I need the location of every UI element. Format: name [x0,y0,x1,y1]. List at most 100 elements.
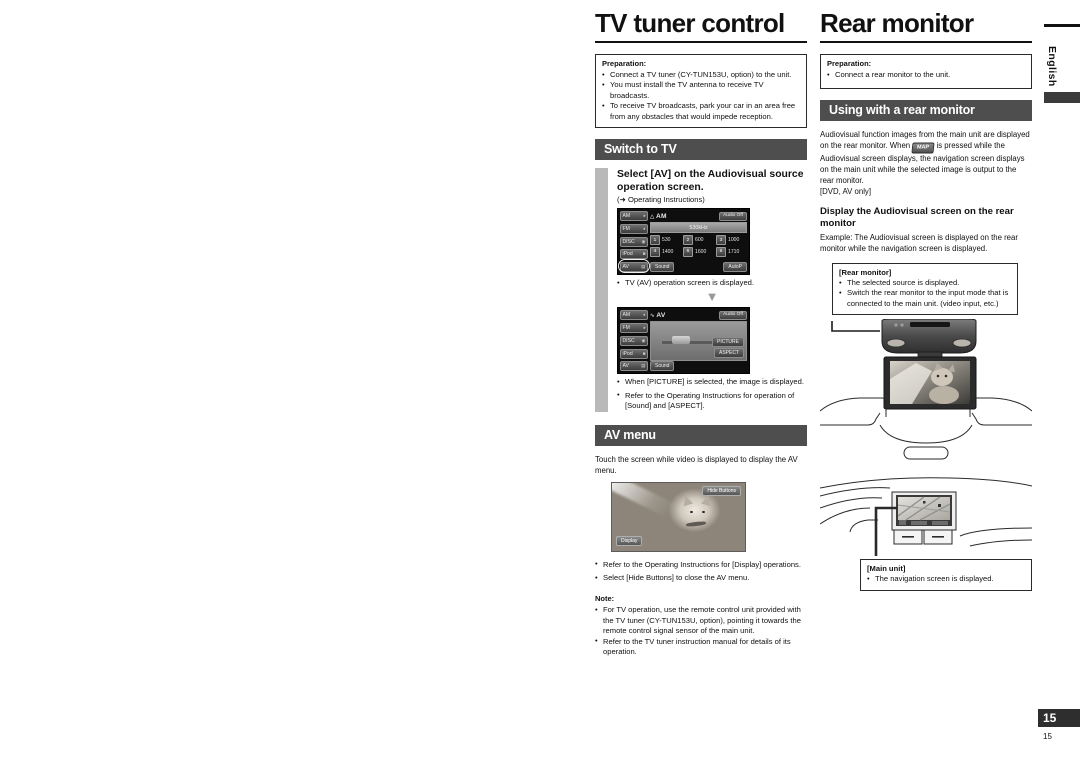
av-menu-notes: Refer to the Operating Instructions for … [595,559,807,584]
source-button-am[interactable]: AM ◕ [620,310,648,321]
preparation-box-rear-monitor: Preparation: Connect a rear monitor to t… [820,54,1032,89]
note-hide-buttons: Select [Hide Buttons] to close the AV me… [595,573,807,584]
callout-list: The navigation screen is displayed. [867,574,1025,585]
autop-button[interactable]: AutoP [723,262,747,273]
am-screen-topbar: △ AM Audio Off [650,211,747,221]
cat-eye-right [702,510,706,514]
source-button-fm[interactable]: FM ◕ [620,223,648,234]
list-item: Connect a rear monitor to the unit. [827,69,1025,80]
list-item: Refer to the TV tuner instruction manual… [595,636,807,658]
step-heading: Select [AV] on the Audiovisual source op… [617,169,804,194]
example-block: Example: The Audiovisual screen is displ… [820,232,1032,254]
preset-number: 1 [650,235,660,246]
audio-off-button[interactable]: Audio Off [719,310,747,320]
list-item: Switch the rear monitor to the input mod… [839,288,1011,309]
am-source-operation-screen: AM ◕ FM ◕ DISC ◉ iPod ■ AV ▤ △ AM Audio … [617,208,750,276]
source-button-ipod[interactable]: iPod ■ [620,249,648,260]
note-block-title: Note: [595,594,615,604]
aspect-button[interactable]: ASPECT [713,348,744,359]
map-button-badge-icon: MAP [911,142,935,153]
source-button-ipod[interactable]: iPod ■ [620,348,648,359]
preset-value: 1600 [695,248,707,255]
preset-value: 1710 [728,248,740,255]
frequency-display: 530kHz [650,222,747,234]
cat-ear-left [681,495,694,507]
sound-button[interactable]: Sound [650,361,675,372]
right-column: Rear monitor Preparation: Connect a rear… [819,8,1033,591]
preparation-title: Preparation: [827,59,872,68]
page-number-footer: 15 [1043,732,1052,741]
preset-button[interactable]: 2 600 [683,235,714,246]
note-display-operations: Refer to the Operating Instructions for … [595,559,807,570]
video-area[interactable]: PICTURE ASPECT [650,321,747,362]
preparation-title: Preparation: [602,59,647,68]
source-button-disc[interactable]: DISC ◉ [620,236,648,247]
page-title-rear-monitor: Rear monitor [820,8,974,38]
source-label: AM [622,213,631,220]
illustration-rear-monitor [819,318,1033,474]
preset-value: 1400 [662,248,674,255]
list-item: You must install the TV antenna to recei… [602,80,800,101]
preset-button[interactable]: 1 530 [650,235,681,246]
audio-off-button[interactable]: Audio Off [719,211,747,221]
source-label: DISC [622,337,635,344]
ipod-icon: ■ [642,350,646,356]
step-switch-to-tv: Select [AV] on the Audiovisual source op… [595,168,807,412]
source-button-fm[interactable]: FM ◕ [620,323,648,334]
source-button-av-selected[interactable]: AV ▤ [620,361,648,372]
note-sound-aspect: Refer to the Operating Instructions for … [617,390,807,412]
antenna-icon: △ [650,213,655,220]
list-item: To receive TV broadcasts, park your car … [602,101,800,122]
av-screen-main: ∿ AV Audio Off PICTURE ASPECT Sound [650,310,747,372]
list-item: Connect a TV tuner (CY-TUN153U, option) … [602,69,800,80]
section-header-switch-to-tv: Switch to TV [595,139,807,161]
preset-button[interactable]: 6 1710 [716,246,747,257]
callout-rear-monitor: [Rear monitor] The selected source is di… [832,263,1018,316]
language-tab-english: English [1046,46,1058,87]
note-block: Note: For TV operation, use the remote c… [595,594,807,657]
preset-value: 600 [695,237,704,244]
source-button-disc[interactable]: DISC ◉ [620,335,648,346]
am-screen-main: △ AM Audio Off 530kHz 1 530 2 600 3 1000… [650,211,747,273]
left-column: TV tuner control Preparation: Connect a … [595,8,807,658]
source-label: DISC [622,238,635,245]
video-icon: ∿ [650,312,655,319]
using-rear-monitor-paragraph: Audiovisual function images from the mai… [820,129,1032,186]
source-button-column: AM ◕ FM ◕ DISC ◉ iPod ■ AV ▤ [620,310,650,372]
list-item: The selected source is displayed. [839,277,1011,288]
preset-button[interactable]: 4 1400 [650,246,681,257]
radio-icon: ◕ [642,213,646,219]
picture-button[interactable]: PICTURE [712,336,744,347]
source-button-am[interactable]: AM ◕ [620,211,648,222]
hide-buttons-button[interactable]: Hide Buttons [702,485,741,496]
cat-ear-right [701,495,714,507]
list-item: For TV operation, use the remote control… [595,605,807,636]
preset-value: 1000 [728,237,740,244]
source-label: iPod [622,251,633,258]
source-label: AM [622,312,631,319]
preset-button[interactable]: 5 1600 [683,246,714,257]
main-unit-svg [819,477,1033,557]
av-screen-bottom: Sound [650,361,747,372]
band-label: AV [656,311,666,319]
preparation-list: Connect a TV tuner (CY-TUN153U, option) … [602,69,800,122]
preset-number: 3 [716,235,726,246]
section-header-using-rear-monitor: Using with a rear monitor [820,100,1032,121]
tv-tuner-title-rule: TV tuner control [595,8,807,43]
availability-note: [DVD, AV only] [820,187,871,196]
preset-number: 6 [716,246,726,257]
disc-icon: ◉ [641,337,646,343]
av-menu-intro: Touch the screen while video is displaye… [595,454,798,475]
chapter-tab-marker [1044,92,1080,103]
page-number-tab: 15 [1038,709,1080,727]
page-title-tv-tuner: TV tuner control [595,8,785,38]
preset-button[interactable]: 3 1000 [716,235,747,246]
sound-button[interactable]: Sound [650,262,675,273]
flow-arrow-down-icon: ▼ [705,289,719,305]
light-streak [612,482,674,518]
video-placeholder-knob [671,336,690,345]
section-header-av-menu: AV menu [595,424,807,446]
rear-monitor-svg [819,318,1033,460]
display-button[interactable]: Display [616,535,643,546]
preparation-box-tv: Preparation: Connect a TV tuner (CY-TUN1… [595,54,807,129]
